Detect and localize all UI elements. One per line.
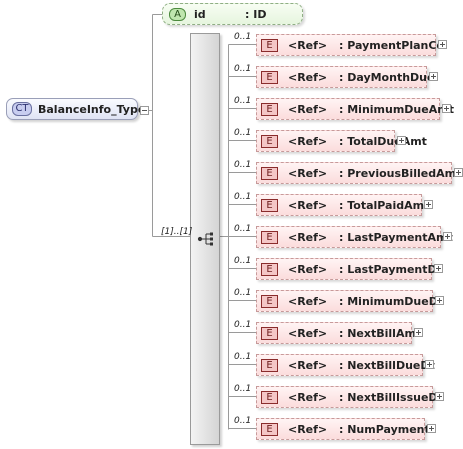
element-node[interactable]: E <Ref> : NextBillDueDt [256, 354, 435, 376]
element-node[interactable]: E <Ref> : LastPaymentDt [256, 258, 442, 280]
expand-icon[interactable] [438, 40, 447, 49]
element-badge: E [261, 295, 278, 308]
element-badge: E [261, 135, 278, 148]
expand-icon[interactable] [427, 424, 436, 433]
expand-icon[interactable] [435, 296, 444, 305]
element-badge: E [261, 327, 278, 340]
element-badge: E [261, 231, 278, 244]
element-node[interactable]: E <Ref> : NumPayments [256, 418, 436, 440]
element-ref-label: <Ref> [288, 263, 328, 276]
element-node[interactable]: E <Ref> : NextBillAmt [256, 322, 421, 344]
element-name: : NextBillAmt [339, 327, 422, 340]
element-row: 0..1 E <Ref> : LastPaymentAmt [0, 222, 463, 250]
element-row: 0..1 E <Ref> : MinimumDueDt [0, 286, 463, 314]
element-row: 0..1 E <Ref> : NextBillIssueDt [0, 382, 463, 410]
element-occurrence: 0..1 [234, 416, 252, 426]
element-occurrence: 0..1 [234, 320, 252, 330]
element-node[interactable]: E <Ref> : MinimumDueAmt [256, 98, 454, 120]
element-ref-label: <Ref> [288, 391, 328, 404]
element-row: 0..1 E <Ref> : NumPayments [0, 414, 463, 442]
element-name: : DayMonthDue [339, 71, 435, 84]
attribute-name: id [194, 8, 206, 21]
element-node[interactable]: E <Ref> : TotalDueAmt [256, 130, 427, 152]
element-row: 0..1 E <Ref> : TotalPaidAmt [0, 190, 463, 218]
element-row: 0..1 E <Ref> : LastPaymentDt [0, 254, 463, 282]
expand-icon[interactable] [414, 328, 423, 337]
element-ref-label: <Ref> [288, 423, 328, 436]
element-row: 0..1 E <Ref> : DayMonthDue [0, 62, 463, 90]
attribute-node[interactable]: A id : ID [162, 3, 303, 25]
element-occurrence: 0..1 [234, 160, 252, 170]
expand-icon[interactable] [443, 232, 452, 241]
element-node[interactable]: E <Ref> : NextBillIssueDt [256, 386, 443, 408]
element-occurrence: 0..1 [234, 288, 252, 298]
expand-icon[interactable] [435, 392, 444, 401]
element-badge: E [261, 359, 278, 372]
element-ref-label: <Ref> [288, 231, 328, 244]
element-ref-label: <Ref> [288, 359, 328, 372]
element-row: 0..1 E <Ref> : MinimumDueAmt [0, 94, 463, 122]
element-ref-label: <Ref> [288, 199, 328, 212]
element-badge: E [261, 39, 278, 52]
element-occurrence: 0..1 [234, 256, 252, 266]
element-node[interactable]: E <Ref> : PaymentPlanCd [256, 34, 444, 56]
element-name: : NumPayments [339, 423, 437, 436]
attribute-type: : ID [245, 8, 267, 21]
element-node[interactable]: E <Ref> : PreviousBilledAmt [256, 162, 461, 184]
element-name: : MinimumDueAmt [339, 103, 454, 116]
element-badge: E [261, 263, 278, 276]
element-ref-label: <Ref> [288, 295, 328, 308]
element-node[interactable]: E <Ref> : LastPaymentAmt [256, 226, 453, 248]
expand-icon[interactable] [429, 72, 438, 81]
element-occurrence: 0..1 [234, 352, 252, 362]
element-row: 0..1 E <Ref> : NextBillAmt [0, 318, 463, 346]
element-name: : NextBillDueDt [339, 359, 435, 372]
element-name: : MinimumDueDt [339, 295, 444, 308]
expand-icon[interactable] [454, 168, 463, 177]
element-ref-label: <Ref> [288, 135, 328, 148]
element-ref-label: <Ref> [288, 71, 328, 84]
element-badge: E [261, 423, 278, 436]
element-occurrence: 0..1 [234, 32, 252, 42]
element-name: : TotalDueAmt [339, 135, 427, 148]
element-occurrence: 0..1 [234, 224, 252, 234]
element-ref-label: <Ref> [288, 167, 328, 180]
element-badge: E [261, 103, 278, 116]
element-name: : PaymentPlanCd [339, 39, 445, 52]
element-occurrence: 0..1 [234, 64, 252, 74]
element-ref-label: <Ref> [288, 103, 328, 116]
element-node[interactable]: E <Ref> : DayMonthDue [256, 66, 434, 88]
element-badge: E [261, 167, 278, 180]
expand-icon[interactable] [425, 360, 434, 369]
expand-icon[interactable] [442, 104, 451, 113]
element-row: 0..1 E <Ref> : PreviousBilledAmt [0, 158, 463, 186]
element-badge: E [261, 71, 278, 84]
element-row: 0..1 E <Ref> : TotalDueAmt [0, 126, 463, 154]
element-name: : LastPaymentAmt [339, 231, 453, 244]
expand-icon[interactable] [434, 264, 443, 273]
element-occurrence: 0..1 [234, 192, 252, 202]
element-name: : TotalPaidAmt [339, 199, 430, 212]
element-ref-label: <Ref> [288, 327, 328, 340]
element-node[interactable]: E <Ref> : MinimumDueDt [256, 290, 443, 312]
element-node[interactable]: E <Ref> : TotalPaidAmt [256, 194, 429, 216]
element-name: : PreviousBilledAmt [339, 167, 462, 180]
expand-icon[interactable] [424, 200, 433, 209]
element-occurrence: 0..1 [234, 96, 252, 106]
element-name: : NextBillIssueDt [339, 391, 443, 404]
attribute-badge: A [169, 8, 186, 21]
expand-icon[interactable] [397, 136, 406, 145]
element-name: : LastPaymentDt [339, 263, 442, 276]
element-badge: E [261, 391, 278, 404]
element-occurrence: 0..1 [234, 128, 252, 138]
element-row: 0..1 E <Ref> : NextBillDueDt [0, 350, 463, 378]
element-badge: E [261, 199, 278, 212]
element-ref-label: <Ref> [288, 39, 328, 52]
element-row: 0..1 E <Ref> : PaymentPlanCd [0, 30, 463, 58]
element-occurrence: 0..1 [234, 384, 252, 394]
